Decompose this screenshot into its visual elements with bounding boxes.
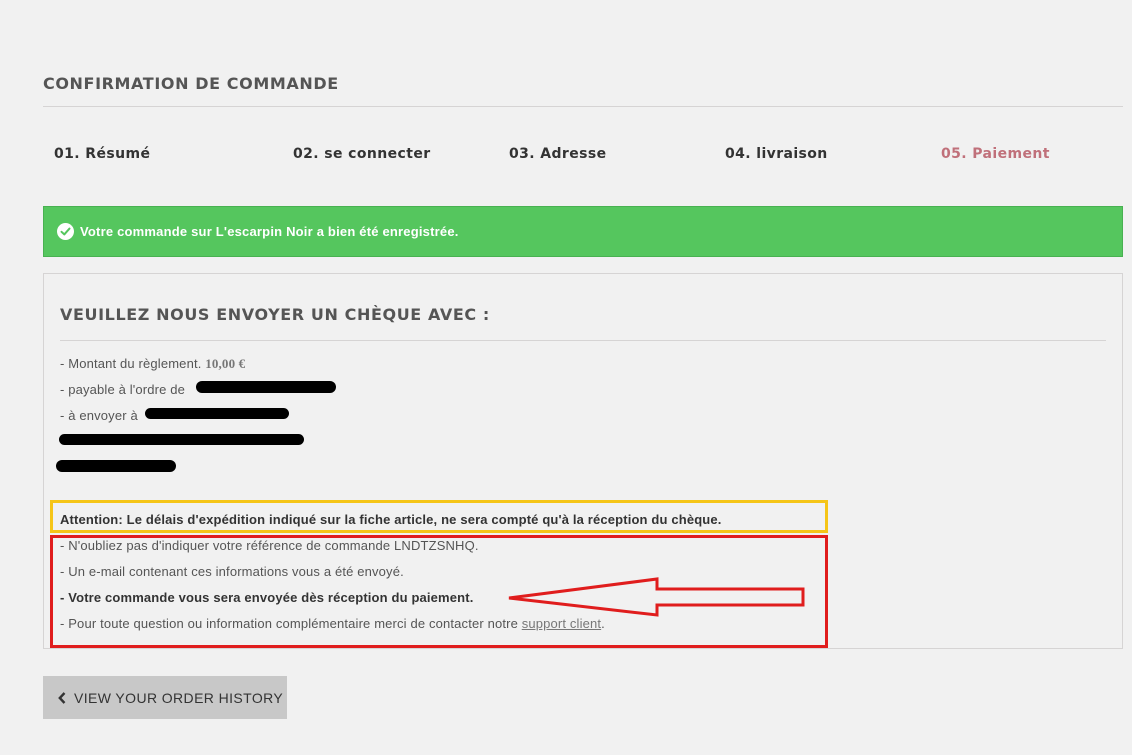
amount-label: - Montant du règlement.: [60, 356, 202, 371]
step-login[interactable]: 02. se connecter: [293, 146, 431, 162]
step-payment[interactable]: 05. Paiement: [941, 146, 1050, 162]
redaction-mark-address-3: [56, 460, 176, 472]
payable-label: - payable à l'ordre de: [60, 382, 186, 397]
red-arrow-annotation: [508, 577, 805, 617]
view-order-history-button[interactable]: VIEW YOUR ORDER HISTORY: [43, 676, 287, 719]
send-to-line: - à envoyer à: [60, 408, 138, 423]
cheque-section-title: VEUILLEZ NOUS ENVOYER UN CHÈQUE AVEC :: [60, 305, 1106, 341]
step-summary[interactable]: 01. Résumé: [54, 146, 150, 162]
redaction-mark-address-1: [145, 408, 289, 419]
chevron-left-icon: [58, 691, 66, 704]
checkout-steps: 01. Résumé 02. se connecter 03. Adresse …: [0, 146, 1132, 166]
payable-line: - payable à l'ordre de: [60, 382, 185, 397]
page-title: CONFIRMATION DE COMMANDE: [43, 74, 1123, 107]
check-circle-icon: [57, 223, 74, 240]
amount-value: 10,00 €: [205, 356, 246, 371]
send-to-label: - à envoyer à: [60, 408, 138, 423]
order-confirmation-page: CONFIRMATION DE COMMANDE 01. Résumé 02. …: [0, 0, 1132, 755]
amount-line: - Montant du règlement. 10,00 €: [60, 356, 245, 372]
alert-text: Votre commande sur L'escarpin Noir a bie…: [80, 224, 459, 239]
step-shipping[interactable]: 04. livraison: [725, 146, 828, 162]
yellow-highlight-box: [50, 500, 828, 533]
step-address[interactable]: 03. Adresse: [509, 146, 607, 162]
redaction-mark-payee: [196, 381, 336, 393]
redaction-mark-address-2: [59, 434, 304, 445]
order-success-alert: Votre commande sur L'escarpin Noir a bie…: [43, 206, 1123, 257]
history-button-label: VIEW YOUR ORDER HISTORY: [74, 689, 284, 706]
